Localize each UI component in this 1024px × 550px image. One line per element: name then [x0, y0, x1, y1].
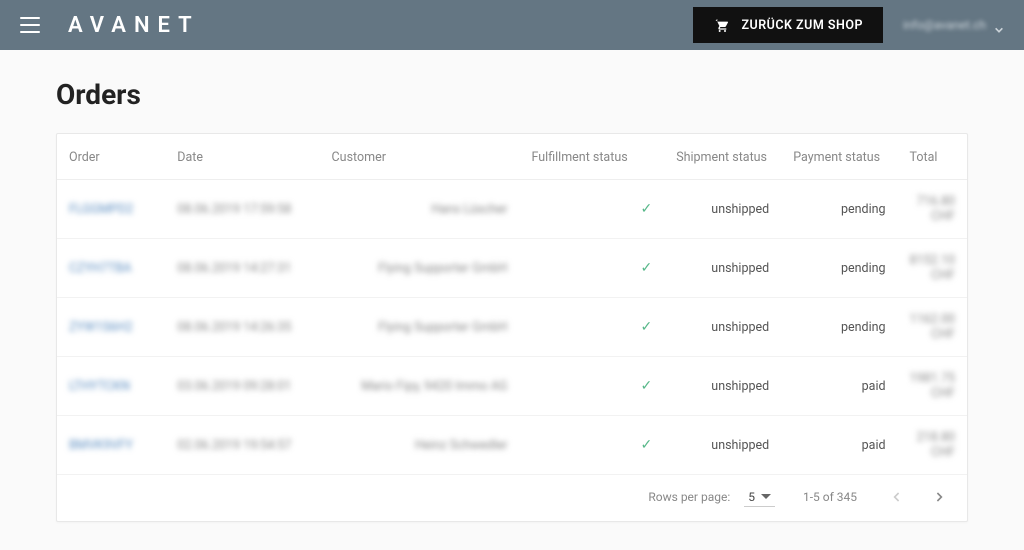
col-header-date: Date [165, 134, 319, 180]
order-link[interactable]: CZYH7TBA [69, 261, 131, 276]
col-header-fulfillment: Fulfillment status [520, 134, 665, 180]
app-header: AVANET ZURÜCK ZUM SHOP info@avanet.ch [0, 0, 1024, 50]
payment-status: pending [841, 320, 886, 335]
shipment-status: unshipped [711, 379, 769, 394]
table-row: CZYH7TBA 08.06.2019 14:27:31 Flying Suppor… [57, 239, 967, 298]
check-icon: ✓ [640, 437, 652, 453]
chevron-left-icon [893, 491, 901, 503]
shipment-status: unshipped [711, 261, 769, 276]
cart-icon [713, 17, 729, 33]
order-date: 02.06.2019 19:54:57 [177, 438, 291, 453]
order-link[interactable]: ZYW1S6H2 [69, 320, 133, 335]
menu-icon[interactable] [20, 17, 40, 33]
account-email: info@avanet.ch [903, 18, 986, 32]
table-row: BMVK9VFY 02.06.2019 19:54:57 Heinz Schwedl… [57, 416, 967, 475]
table-row: ZYW1S6H2 08.06.2019 14:26:35 Flying Suppor… [57, 298, 967, 357]
col-header-shipment: Shipment status [664, 134, 781, 180]
order-total: 1981.75 CHF [910, 371, 955, 401]
page-content: Orders Order Date Customer Fulfillment s… [0, 50, 1024, 550]
order-date: 08.06.2019 17:59:58 [177, 202, 291, 217]
prev-page-button[interactable] [885, 485, 909, 509]
table-footer: Rows per page: 5 1-5 of 345 [57, 474, 967, 521]
payment-status: pending [841, 261, 886, 276]
dropdown-icon [761, 492, 771, 502]
rows-per-page-select[interactable]: 5 [744, 488, 775, 507]
chevron-right-icon [935, 491, 943, 503]
orders-table: Order Date Customer Fulfillment status S… [57, 134, 967, 474]
order-customer: Flying Supporter GmbH [378, 320, 507, 335]
orders-card: Order Date Customer Fulfillment status S… [56, 133, 968, 522]
table-row: LTHYTCKN 03.06.2019 09:28:01 Mario Fipy, 9… [57, 357, 967, 416]
account-menu[interactable]: info@avanet.ch [903, 18, 986, 32]
chevron-down-icon [994, 20, 1004, 30]
order-link[interactable]: BMVK9VFY [69, 438, 133, 453]
order-customer: Hans Lüscher [431, 202, 507, 217]
order-link[interactable]: FLGGMPD2 [69, 202, 133, 217]
order-customer: Flying Supporter GmbH [378, 261, 507, 276]
order-customer: Mario Fipy, 9420 Immo AG [361, 379, 507, 394]
order-date: 08.06.2019 14:27:31 [177, 261, 291, 276]
col-header-payment: Payment status [781, 134, 897, 180]
order-total: 218.80 CHF [917, 430, 955, 460]
back-to-shop-button[interactable]: ZURÜCK ZUM SHOP [693, 7, 883, 43]
table-row: FLGGMPD2 08.06.2019 17:59:58 Hans Lüscher ✓… [57, 180, 967, 239]
shipment-status: unshipped [711, 320, 769, 335]
payment-status: paid [862, 379, 886, 394]
order-customer: Heinz Schwedler [415, 438, 508, 453]
col-header-order: Order [57, 134, 165, 180]
check-icon: ✓ [640, 201, 652, 217]
next-page-button[interactable] [927, 485, 951, 509]
check-icon: ✓ [640, 260, 652, 276]
page-title: Orders [56, 78, 968, 111]
col-header-customer: Customer [320, 134, 520, 180]
col-header-total: Total [898, 134, 967, 180]
rows-per-page-label: Rows per page: [648, 490, 730, 504]
order-total: 1162.00 CHF [910, 312, 955, 342]
order-date: 08.06.2019 14:26:35 [177, 320, 291, 335]
back-to-shop-label: ZURÜCK ZUM SHOP [741, 18, 863, 33]
order-total: 716.80 CHF [917, 194, 955, 224]
check-icon: ✓ [640, 319, 652, 335]
check-icon: ✓ [640, 378, 652, 394]
pagination-range: 1-5 of 345 [803, 490, 857, 504]
shipment-status: unshipped [711, 438, 769, 453]
order-link[interactable]: LTHYTCKN [69, 379, 130, 394]
payment-status: paid [862, 438, 886, 453]
shipment-status: unshipped [711, 202, 769, 217]
rows-per-page-value: 5 [748, 490, 755, 504]
order-date: 03.06.2019 09:28:01 [177, 379, 291, 394]
order-total: 8152.10 CHF [910, 253, 955, 283]
payment-status: pending [841, 202, 886, 217]
brand-logo: AVANET [68, 13, 200, 38]
